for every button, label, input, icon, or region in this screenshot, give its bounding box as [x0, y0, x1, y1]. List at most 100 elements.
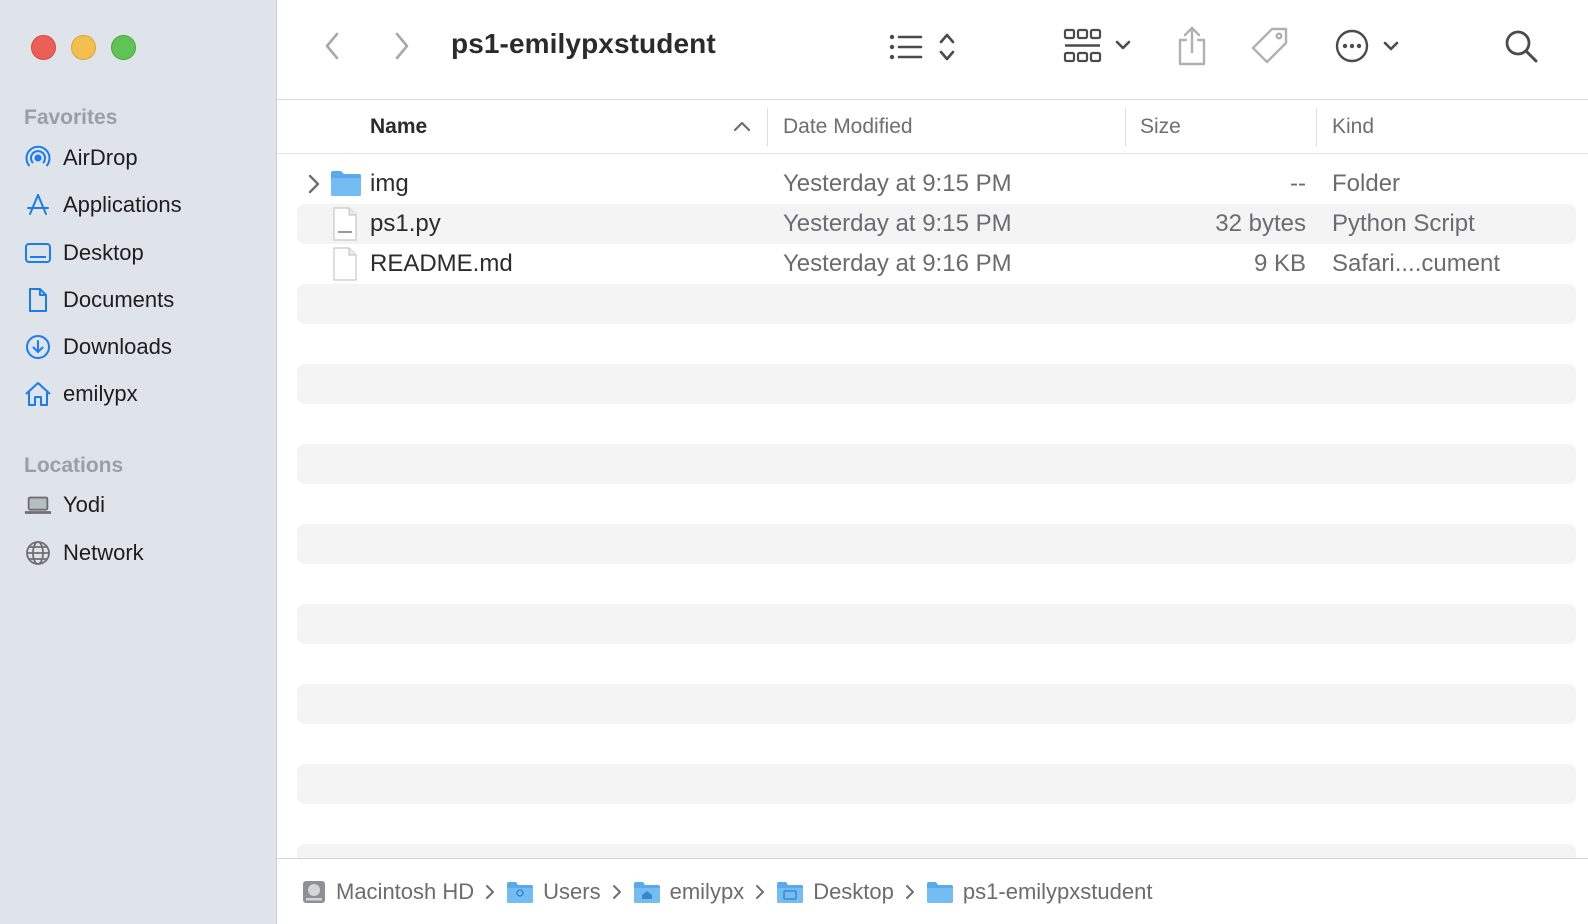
empty-row: [297, 364, 1576, 404]
document-file-icon: [330, 247, 360, 286]
list-view-icon: [889, 33, 955, 61]
grid-icon: [1063, 28, 1131, 63]
column-header-name[interactable]: Name: [370, 100, 427, 154]
documents-icon: [24, 286, 52, 314]
desktop-folder-icon: [776, 880, 804, 904]
column-header-row: Name Date Modified Size Kind: [277, 100, 1588, 154]
airdrop-icon: [24, 144, 52, 172]
sidebar-item-network[interactable]: Network: [24, 536, 264, 570]
desktop-icon: [24, 239, 52, 267]
view-mode-button[interactable]: [885, 28, 969, 66]
sidebar-item-downloads[interactable]: Downloads: [24, 330, 264, 364]
folder-icon: [330, 167, 362, 204]
sidebar-item-label: Network: [63, 540, 144, 565]
finder-window: Favorites AirDrop Applications Desktop D…: [0, 0, 1588, 924]
file-browser: ps1-emilypxstudent Name Date Modified Si…: [277, 0, 1588, 924]
file-size: --: [1290, 170, 1306, 197]
maximize-window-button[interactable]: [111, 35, 136, 60]
empty-row: [297, 644, 1576, 684]
path-item-emilypx[interactable]: emilypx: [633, 878, 745, 905]
empty-row: [297, 524, 1576, 564]
path-bar: Macintosh HD Users emilypx Desktop ps1-e…: [277, 858, 1588, 924]
users-folder-icon: [506, 880, 534, 904]
favorites-section-title: Favorites: [24, 106, 118, 129]
empty-row: [297, 324, 1576, 364]
network-icon: [24, 539, 52, 567]
column-divider[interactable]: [1125, 108, 1126, 146]
empty-row: [297, 804, 1576, 844]
sidebar-item-documents[interactable]: Documents: [24, 283, 264, 317]
sidebar-item-applications[interactable]: Applications: [24, 188, 264, 222]
path-item-label: ps1-emilypxstudent: [962, 878, 1153, 904]
sidebar-item-desktop[interactable]: Desktop: [24, 236, 264, 270]
laptop-icon: [24, 491, 52, 519]
sidebar-item-airdrop[interactable]: AirDrop: [24, 141, 264, 175]
search-icon: [1505, 30, 1538, 63]
empty-row: [297, 404, 1576, 444]
table-row[interactable]: README.md Yesterday at 9:16 PM 9 KB Safa…: [297, 244, 1576, 284]
file-size: 32 bytes: [1215, 210, 1306, 237]
table-row[interactable]: ps1.py Yesterday at 9:15 PM 32 bytes Pyt…: [297, 204, 1576, 244]
path-item-label: emilypx: [669, 878, 745, 904]
file-date: Yesterday at 9:16 PM: [783, 250, 1012, 277]
downloads-icon: [24, 333, 52, 361]
locations-section-title: Locations: [24, 454, 124, 477]
folder-icon: [926, 880, 954, 904]
file-kind: Safari....cument: [1332, 250, 1501, 277]
hard-drive-icon: [301, 879, 327, 905]
chevron-right-icon: [612, 884, 622, 900]
chevron-right-icon: [755, 884, 765, 900]
share-icon: [1178, 26, 1206, 66]
sidebar-item-home[interactable]: emilypx: [24, 377, 264, 411]
path-item-ps1-emilypxstudent[interactable]: ps1-emilypxstudent: [926, 878, 1153, 905]
tags-button[interactable]: [1249, 24, 1291, 68]
sidebar: Favorites AirDrop Applications Desktop D…: [0, 0, 277, 924]
sort-ascending-icon[interactable]: [732, 115, 752, 144]
path-item-label: Users: [543, 878, 601, 904]
file-name: img: [370, 170, 409, 197]
group-by-button[interactable]: [1063, 26, 1135, 66]
column-divider[interactable]: [1316, 108, 1317, 146]
empty-row: [297, 724, 1576, 764]
sidebar-item-label: emilypx: [63, 381, 138, 406]
chevron-right-icon: [485, 884, 495, 900]
column-header-date-modified[interactable]: Date Modified: [783, 100, 913, 154]
path-item-users[interactable]: Users: [506, 878, 601, 905]
empty-row: [297, 764, 1576, 804]
file-date: Yesterday at 9:15 PM: [783, 210, 1012, 237]
empty-row: [297, 284, 1576, 324]
search-button[interactable]: [1501, 26, 1541, 66]
column-divider[interactable]: [767, 108, 768, 146]
empty-row: [297, 604, 1576, 644]
sidebar-item-label: Documents: [63, 287, 175, 312]
home-folder-icon: [633, 880, 661, 904]
toolbar: ps1-emilypxstudent: [277, 0, 1588, 100]
ellipsis-circle-icon: [1335, 29, 1399, 63]
empty-row: [297, 444, 1576, 484]
path-item-macintosh-hd[interactable]: Macintosh HD: [301, 879, 474, 905]
close-window-button[interactable]: [31, 35, 56, 60]
sidebar-item-yodi[interactable]: Yodi: [24, 488, 264, 522]
sidebar-item-label: Desktop: [63, 240, 144, 265]
column-header-kind[interactable]: Kind: [1332, 100, 1374, 154]
home-icon: [24, 380, 52, 408]
back-button[interactable]: [317, 28, 347, 64]
column-header-size[interactable]: Size: [1140, 100, 1181, 154]
chevron-left-icon: [325, 32, 339, 60]
sidebar-item-label: Yodi: [63, 492, 106, 517]
more-actions-button[interactable]: [1334, 26, 1404, 66]
table-row[interactable]: img Yesterday at 9:15 PM -- Folder: [297, 164, 1576, 204]
traffic-lights: [31, 35, 136, 60]
file-size: 9 KB: [1253, 250, 1306, 277]
path-item-desktop[interactable]: Desktop: [776, 879, 894, 905]
forward-button[interactable]: [387, 28, 417, 64]
disclosure-triangle-icon[interactable]: [307, 173, 321, 200]
share-button[interactable]: [1172, 24, 1212, 68]
empty-row: [297, 484, 1576, 524]
file-list: img Yesterday at 9:15 PM -- Folder ps1.p…: [297, 164, 1576, 884]
sidebar-item-label: AirDrop: [63, 145, 138, 170]
minimize-window-button[interactable]: [71, 35, 96, 60]
path-item-label: Macintosh HD: [336, 878, 475, 904]
tag-icon: [1251, 27, 1288, 64]
chevron-right-icon: [905, 884, 915, 900]
